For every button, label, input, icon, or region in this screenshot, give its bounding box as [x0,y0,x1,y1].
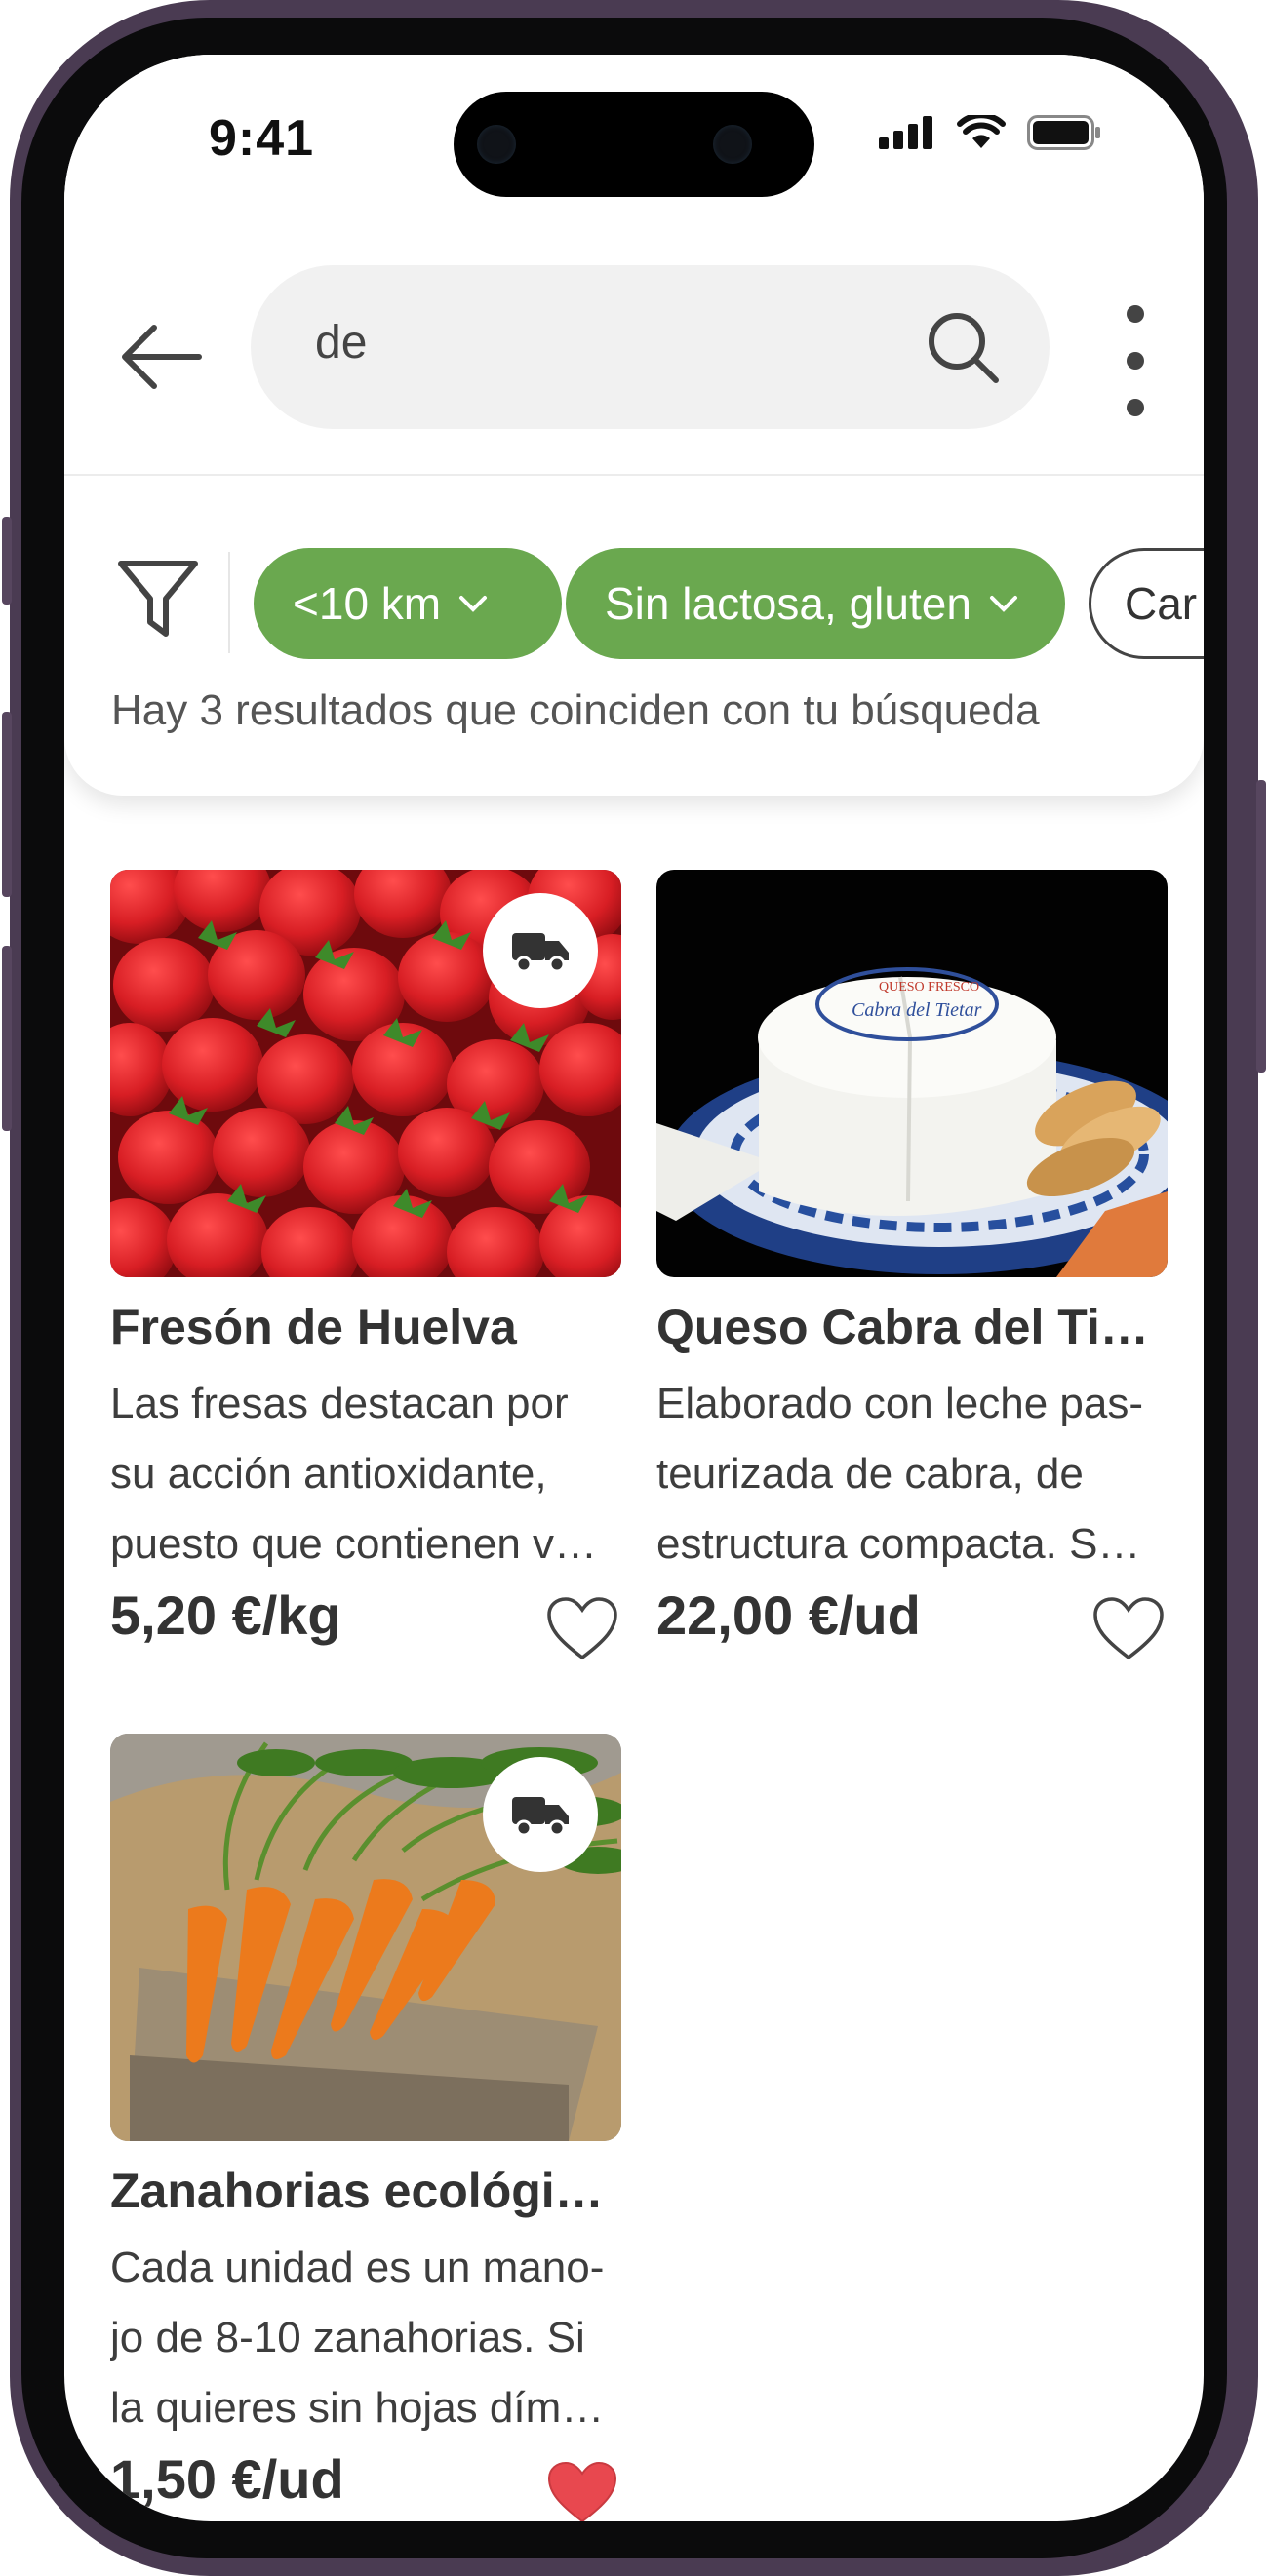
divider [64,474,1204,476]
search-field[interactable]: de [251,265,1050,429]
chip-distance[interactable]: <10 km [254,548,562,659]
status-time: 9:41 [209,110,315,167]
product-card[interactable]: QUESO FRESCO Cabra del Tietar Queso Cabr… [656,870,1168,1669]
chevron-down-icon [989,596,1017,612]
chip-category-label: Car [1125,578,1198,629]
signal-icon [879,116,932,149]
camera-icon [713,125,752,164]
truck-icon [512,1797,569,1837]
cheese-label-brand: Cabra del Tietar [852,999,982,1021]
action-button [2,517,12,605]
truck-icon [512,933,569,973]
heart-outline-icon[interactable] [1091,1595,1166,1663]
cheese-label-top: QUESO FRESCO [879,980,979,995]
power-button [1256,780,1266,1073]
goat-cheese-image: QUESO FRESCO Cabra del Tietar [656,870,1168,1277]
wifi-icon [957,115,1006,148]
product-title[interactable]: Fresón de Huelva [110,1299,621,1355]
chip-allergens[interactable]: Sin lactosa, gluten [566,548,1065,659]
strawberries-photo[interactable] [110,870,621,1277]
chip-category[interactable]: Car [1089,548,1204,659]
dynamic-island [454,92,814,197]
back-arrow-icon[interactable] [115,310,209,404]
volume-down-button [2,946,12,1131]
product-description: Las fresas destacan por su acción antiox… [110,1380,598,1568]
product-description: Elaborado con leche pas-teurizada de cab… [656,1380,1143,1568]
heart-filled-icon[interactable] [545,2459,619,2521]
carrots-photo[interactable] [110,1734,621,2141]
battery-icon [1027,115,1100,150]
product-card[interactable]: Fresón de Huelva Las fresas destacan por… [110,870,621,1669]
product-title[interactable]: Queso Cabra del Ti… [656,1299,1168,1355]
product-card[interactable]: Zanahorias ecológic… Cada unidad es un m… [110,1734,621,2521]
search-icon[interactable] [924,308,1002,386]
chip-distance-label: <10 km [293,578,442,629]
delivery-badge [483,893,598,1008]
filter-separator [228,552,230,653]
delivery-badge [483,1757,598,1872]
chip-allergens-label: Sin lactosa, gluten [605,578,971,629]
product-description: Cada unidad es un mano-jo de 8-10 zanaho… [110,2244,605,2432]
more-options-icon[interactable] [1116,298,1155,423]
goat-cheese-photo[interactable]: QUESO FRESCO Cabra del Tietar [656,870,1168,1277]
filter-icon[interactable] [113,554,203,644]
heart-outline-icon[interactable] [545,1595,619,1663]
chevron-down-icon [459,596,488,612]
product-title[interactable]: Zanahorias ecológic… [110,2163,621,2219]
app-screen: 9:41 de <10 km Sin lactosa, gluten Car H… [64,55,1204,2521]
sensor-icon [477,125,516,164]
search-input[interactable]: de [315,316,367,370]
status-icons [879,115,1101,150]
volume-up-button [2,712,12,897]
results-count: Hay 3 resultados que coinciden con tu bú… [111,686,1040,734]
